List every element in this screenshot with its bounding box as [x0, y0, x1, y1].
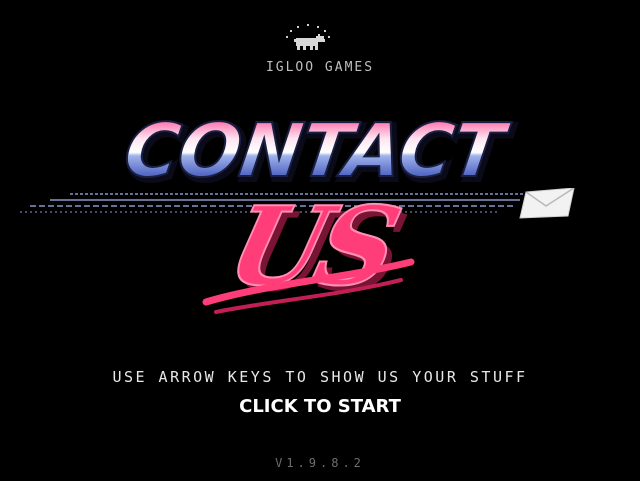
- title-us: US US: [202, 192, 415, 316]
- instructions-text: USE ARROW KEYS TO SHOW US YOUR STUFF: [112, 368, 528, 386]
- version-label: V1.9.8.2: [275, 456, 365, 470]
- start-button[interactable]: CLICK TO START: [0, 396, 640, 417]
- title-screen[interactable]: IGLOO GAMES CONTACT CONTACT US US USE AR…: [0, 0, 640, 481]
- envelope-icon: [519, 188, 575, 219]
- publisher-name: IGLOO GAMES: [265, 60, 375, 75]
- title-contact: CONTACT CONTACT: [118, 112, 520, 192]
- polar-bear-icon: [286, 24, 330, 50]
- title-contact-text: CONTACT: [119, 112, 514, 192]
